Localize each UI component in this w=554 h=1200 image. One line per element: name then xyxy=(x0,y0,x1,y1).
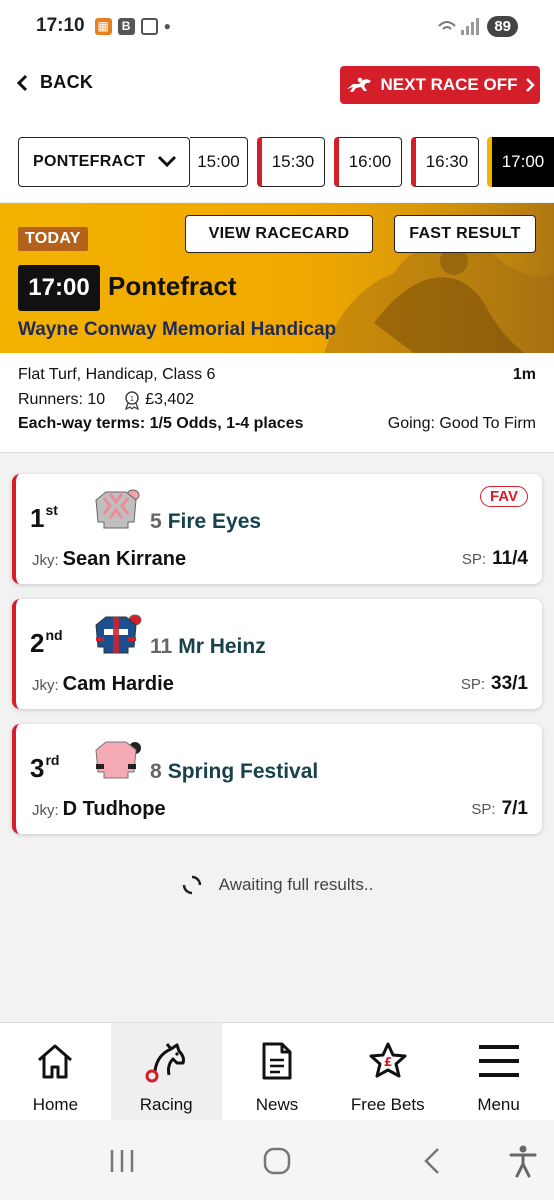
nav-label: Menu xyxy=(477,1095,520,1114)
recent-apps-icon[interactable] xyxy=(108,1148,136,1174)
race-time-tab[interactable]: 16:30 xyxy=(411,137,479,187)
gift-notification-icon: ▦ xyxy=(94,17,112,35)
menu-icon xyxy=(478,1045,519,1077)
starting-price: SP: 7/1 xyxy=(471,798,528,819)
bottom-nav: Home Racing News £ Free Bets Menu xyxy=(0,1022,554,1121)
free-bets-icon: £ xyxy=(369,1042,407,1078)
runners-count: Runners: 10 xyxy=(18,391,106,408)
accessibility-icon[interactable] xyxy=(508,1144,538,1178)
result-card[interactable]: 2nd 11 Mr Heinz Jky: Cam Hardie SP: 33/1 xyxy=(12,599,542,709)
race-distance: 1m xyxy=(512,366,536,383)
nav-free-bets[interactable]: £ Free Bets xyxy=(332,1023,443,1121)
horse-name[interactable]: 5 Fire Eyes xyxy=(150,510,261,534)
race-type: Flat Turf, Handicap, Class 6 xyxy=(18,366,216,383)
starting-price: SP: 11/4 xyxy=(461,548,528,569)
jockey-silks-icon xyxy=(95,741,141,779)
battery-indicator: 89 xyxy=(487,15,518,37)
favourite-badge: FAV xyxy=(479,486,528,507)
nav-home[interactable]: Home xyxy=(0,1023,111,1121)
race-header: TODAY VIEW RACECARD FAST RESULT 17:00 Po… xyxy=(0,203,554,353)
result-card[interactable]: 1st 5 Fire Eyes FAV Jky: Sean Kirrane SP: 1… xyxy=(12,474,542,584)
nav-label: Free Bets xyxy=(350,1095,425,1114)
each-way-terms: Each-way terms: 1/5 Odds, 1-4 places xyxy=(18,415,304,432)
race-times-bar: PONTEFRACT 15:00 15:30 16:00 16:30 17:00 xyxy=(0,122,554,202)
race-time-tab-selected[interactable]: 17:00 xyxy=(487,137,554,187)
back-label: BACK xyxy=(40,72,94,92)
home-system-icon[interactable] xyxy=(262,1146,292,1176)
jockey-silks-icon xyxy=(95,489,140,529)
status-time: 17:10 xyxy=(36,15,85,36)
svg-text:£: £ xyxy=(384,1055,392,1069)
nav-menu[interactable]: Menu xyxy=(443,1023,554,1121)
result-card[interactable]: 3rd 8 Spring Festival Jky: D Tudhope SP: 7/… xyxy=(12,724,542,834)
racing-icon xyxy=(145,1043,186,1083)
going: Going: Good To Firm xyxy=(387,415,536,432)
instagram-icon xyxy=(140,17,158,35)
chevron-left-icon xyxy=(16,74,28,91)
view-racecard-button[interactable]: VIEW RACECARD xyxy=(185,215,373,253)
nav-label: Racing xyxy=(139,1095,193,1114)
more-notifications-icon: ● xyxy=(163,19,171,33)
prize-money: £3,402 xyxy=(145,391,195,408)
race-time-badge: 17:00 xyxy=(18,265,100,311)
svg-text:1: 1 xyxy=(130,395,134,403)
race-time-tab[interactable]: 15:30 xyxy=(257,137,325,187)
home-icon xyxy=(38,1044,73,1079)
horse-name[interactable]: 8 Spring Festival xyxy=(150,760,318,784)
status-bar: 17:10 ▦ B ● 89 xyxy=(0,0,554,52)
finish-position: 2nd xyxy=(30,627,63,658)
today-badge: TODAY xyxy=(18,227,88,251)
loading-spinner-icon xyxy=(182,875,201,895)
race-name: Wayne Conway Memorial Handicap xyxy=(18,319,337,340)
horse-name[interactable]: 11 Mr Heinz xyxy=(150,635,266,659)
race-info: Flat Turf, Handicap, Class 6 1m Runners:… xyxy=(0,353,554,453)
starting-price: SP: 33/1 xyxy=(460,673,528,694)
course-dropdown-value: PONTEFRACT xyxy=(33,153,146,170)
chevron-right-icon xyxy=(526,78,536,92)
race-time-tab[interactable]: 15:00 xyxy=(190,137,248,187)
jockey: Jky: Cam Hardie xyxy=(32,673,174,695)
awaiting-results: Awaiting full results.. xyxy=(0,874,554,896)
finish-position: 1st xyxy=(30,502,58,533)
system-nav-bar xyxy=(0,1120,554,1200)
top-nav: BACK NEXT RACE OFF xyxy=(0,52,554,122)
course-title: Pontefract xyxy=(108,271,237,301)
prize-rosette-icon: 1 xyxy=(125,391,140,410)
jockey-silks-icon xyxy=(95,614,142,654)
nav-label: News xyxy=(255,1095,299,1114)
nav-label: Home xyxy=(32,1095,79,1114)
jockey: Jky: Sean Kirrane xyxy=(32,548,187,570)
back-button[interactable]: BACK xyxy=(16,72,93,93)
nav-news[interactable]: News xyxy=(222,1023,333,1121)
finish-position: 3rd xyxy=(30,752,60,783)
racehorse-icon xyxy=(346,77,371,92)
news-icon xyxy=(262,1042,292,1080)
race-time-tab[interactable]: 16:00 xyxy=(334,137,402,187)
nav-racing[interactable]: Racing xyxy=(110,1023,222,1121)
signal-icon xyxy=(438,18,480,35)
back-system-icon[interactable] xyxy=(420,1146,444,1176)
course-dropdown[interactable]: PONTEFRACT xyxy=(18,137,190,187)
b-notification-icon: B xyxy=(117,17,135,35)
next-race-off-button[interactable]: NEXT RACE OFF xyxy=(340,66,540,104)
fast-result-button[interactable]: FAST RESULT xyxy=(394,215,536,253)
jockey: Jky: D Tudhope xyxy=(32,798,166,820)
awaiting-text: Awaiting full results.. xyxy=(218,875,374,894)
chevron-down-icon xyxy=(157,155,177,168)
next-race-label: NEXT RACE OFF xyxy=(380,75,518,94)
